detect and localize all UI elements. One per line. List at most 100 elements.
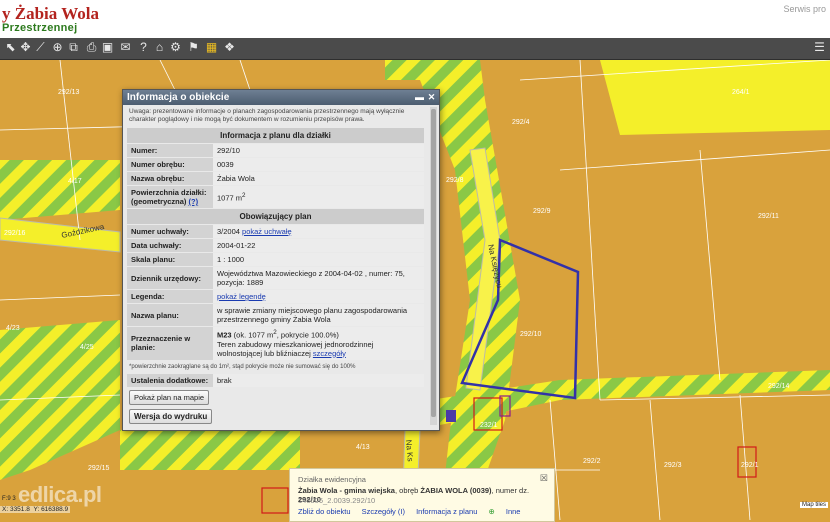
parcel-label: 292/16 bbox=[4, 230, 26, 237]
layers-icon[interactable]: ⧉ bbox=[66, 40, 81, 55]
parcel-label: 292/4 bbox=[512, 119, 530, 126]
zoning-coverage: , pokrycie 100.0%) bbox=[276, 330, 339, 340]
pointer-icon[interactable]: ⬉ bbox=[3, 40, 18, 55]
print-icon[interactable]: ⎙ bbox=[84, 40, 99, 55]
parcel-label: 292/8 bbox=[446, 177, 464, 184]
print-version-button[interactable]: Wersja do wydruku bbox=[129, 408, 213, 424]
street-label: Na Ks bbox=[404, 439, 415, 461]
popup-title: Działka ewidencyjna bbox=[298, 475, 366, 484]
service-link[interactable]: Serwis pro bbox=[783, 4, 826, 14]
parcel-label: 292/2 bbox=[583, 458, 601, 465]
pan-icon[interactable]: ✥ bbox=[18, 40, 33, 55]
popup-obreb: ŻABIA WOLA (0039) bbox=[420, 486, 492, 495]
show-resolution-link[interactable]: pokaż uchwałę bbox=[242, 227, 292, 236]
app-header: y Żabia Wola Przestrzennej Serwis pro bbox=[0, 0, 830, 39]
help-icon[interactable]: ? bbox=[136, 40, 151, 55]
info-icon[interactable]: ❖ bbox=[222, 40, 237, 55]
zoning-description: Teren zabudowy mieszkaniowej jednorodzin… bbox=[217, 339, 374, 358]
parcel-label: 292/10 bbox=[520, 331, 542, 338]
zoning-area: (ok. 1077 m bbox=[231, 330, 274, 340]
area-unit-sup: 2 bbox=[242, 191, 246, 199]
field-label: Powierzchnia działki: (geometryczna) (?) bbox=[127, 186, 213, 208]
home-icon[interactable]: ⌂ bbox=[152, 40, 167, 55]
footnote: *powierzchnie zaokrąglane są do 1m², stą… bbox=[129, 363, 356, 370]
field-label: Numer: bbox=[127, 144, 213, 157]
dialog-title: Informacja o obiekcie bbox=[127, 92, 230, 103]
grid-icon[interactable]: ▦ bbox=[204, 40, 219, 55]
parcel-label: 4/23 bbox=[6, 325, 20, 332]
app-subtitle: Przestrzennej bbox=[2, 22, 78, 34]
flag-icon[interactable]: ⚑ bbox=[186, 40, 201, 55]
popup-close-icon[interactable]: ☒ bbox=[540, 473, 548, 484]
menu-icon[interactable]: ☰ bbox=[812, 40, 827, 55]
field-label: Ustalenia dodatkowe: bbox=[127, 373, 213, 387]
dialog-scrollbar[interactable] bbox=[430, 107, 437, 425]
measure-icon[interactable]: ⟋ bbox=[33, 40, 48, 55]
plan-info-link[interactable]: Informacja z planu bbox=[416, 507, 477, 516]
coordinate-readout: X: 3351.8 Y: 616388.9 bbox=[0, 506, 71, 513]
parcel-label: 292/13 bbox=[58, 89, 80, 96]
popup-parcel-id: 140506_2.0039.292/10 bbox=[298, 496, 376, 505]
info-table: Informacja z planu dla działki Numer: 29… bbox=[127, 127, 424, 361]
resolution-number: 3/2004 bbox=[217, 227, 240, 236]
zoning-code: M23 bbox=[217, 330, 232, 340]
parcel-label: 292/14 bbox=[768, 383, 790, 390]
area-help-link[interactable]: (?) bbox=[189, 197, 199, 206]
show-plan-on-map-button[interactable]: Pokaż plan na mapie bbox=[129, 389, 210, 405]
select-icon[interactable]: ▣ bbox=[100, 40, 115, 55]
field-label: Dziennik urzędowy: bbox=[127, 267, 213, 289]
parcel-label: 264/1 bbox=[732, 89, 750, 96]
area-label-geom: (geometryczna) bbox=[131, 197, 187, 206]
field-value: M23 (ok. 1077 m2, pokrycie 100.0%) Teren… bbox=[213, 327, 424, 360]
field-value: brak bbox=[213, 373, 424, 387]
more-link[interactable]: Inne bbox=[506, 507, 521, 516]
field-value: Województwa Mazowieckiego z 2004-04-02 ,… bbox=[213, 267, 424, 289]
settings-icon[interactable]: ⚙ bbox=[168, 40, 183, 55]
field-label: Nazwa planu: bbox=[127, 304, 213, 326]
more-plus-icon[interactable]: ⊕ bbox=[488, 507, 494, 516]
coord-x: 3351.8 bbox=[9, 506, 30, 513]
dialog-titlebar[interactable]: Informacja o obiekcie ▬ ✕ bbox=[123, 90, 439, 105]
field-value: 0039 bbox=[213, 158, 424, 171]
parcel-label: 232/1 bbox=[480, 422, 498, 429]
zoom-to-object-link[interactable]: Zbliż do obiektu bbox=[298, 507, 351, 516]
map-toolbar: ⬉ ✥ ⟋ ⊕ ⧉ ⎙ ▣ ✉ ? ⌂ ⚙ ⚑ ▦ ❖ ☰ bbox=[0, 38, 830, 60]
scrollbar-thumb[interactable] bbox=[431, 109, 436, 417]
show-legend-link[interactable]: pokaż legendę bbox=[217, 292, 266, 301]
parcel-label: 292/15 bbox=[88, 465, 110, 472]
field-label: Nazwa obrębu: bbox=[127, 172, 213, 185]
field-value: pokaż legendę bbox=[213, 290, 424, 303]
area-label: Powierzchnia działki: bbox=[131, 188, 207, 197]
dialog-body: Uwaga: prezentowane informacje o planach… bbox=[127, 107, 426, 425]
popup-text: , numer dz. bbox=[491, 486, 530, 495]
field-label: Numer obrębu: bbox=[127, 158, 213, 171]
parcel-label: 292/3 bbox=[664, 462, 682, 469]
popup-links: Zbliż do obiektu Szczegóły (I) Informacj… bbox=[298, 507, 529, 516]
details-link[interactable]: szczegóły bbox=[313, 349, 346, 358]
field-value: Żabia Wola bbox=[213, 172, 424, 185]
close-icon[interactable]: ✕ bbox=[426, 91, 437, 103]
section-header: Informacja z planu dla działki bbox=[127, 128, 424, 143]
section-header: Obowiązujący plan bbox=[127, 209, 424, 224]
parcel-label: 292/11 bbox=[758, 213, 779, 220]
field-value: 292/10 bbox=[213, 144, 424, 157]
watermark: edlica.pl bbox=[18, 482, 102, 507]
zoom-icon[interactable]: ⊕ bbox=[50, 40, 65, 55]
field-value: 1077 m2 bbox=[213, 186, 424, 208]
field-label: Data uchwały: bbox=[127, 239, 213, 252]
minimize-icon[interactable]: ▬ bbox=[414, 91, 425, 103]
field-value: 1 : 1000 bbox=[213, 253, 424, 266]
parcel-label: 292/1 bbox=[741, 462, 759, 469]
green-stripe-zone bbox=[0, 160, 120, 220]
field-value: 2004-01-22 bbox=[213, 239, 424, 252]
scale-info: F:9 3 bbox=[2, 496, 16, 502]
extra-table: Ustalenia dodatkowe: brak bbox=[127, 373, 424, 388]
area-value: 1077 m bbox=[217, 193, 243, 203]
details-link[interactable]: Szczegóły (I) bbox=[362, 507, 405, 516]
field-value: w sprawie zmiany miejscowego planu zagos… bbox=[213, 304, 424, 326]
comment-icon[interactable]: ✉ bbox=[118, 40, 133, 55]
map-tiles-attribution: Map tiles bbox=[800, 502, 829, 508]
parcel-label: 4/25 bbox=[80, 344, 94, 351]
popup-gmina: Żabia Wola - gmina wiejska bbox=[298, 486, 395, 495]
field-label: Skala planu: bbox=[127, 253, 213, 266]
